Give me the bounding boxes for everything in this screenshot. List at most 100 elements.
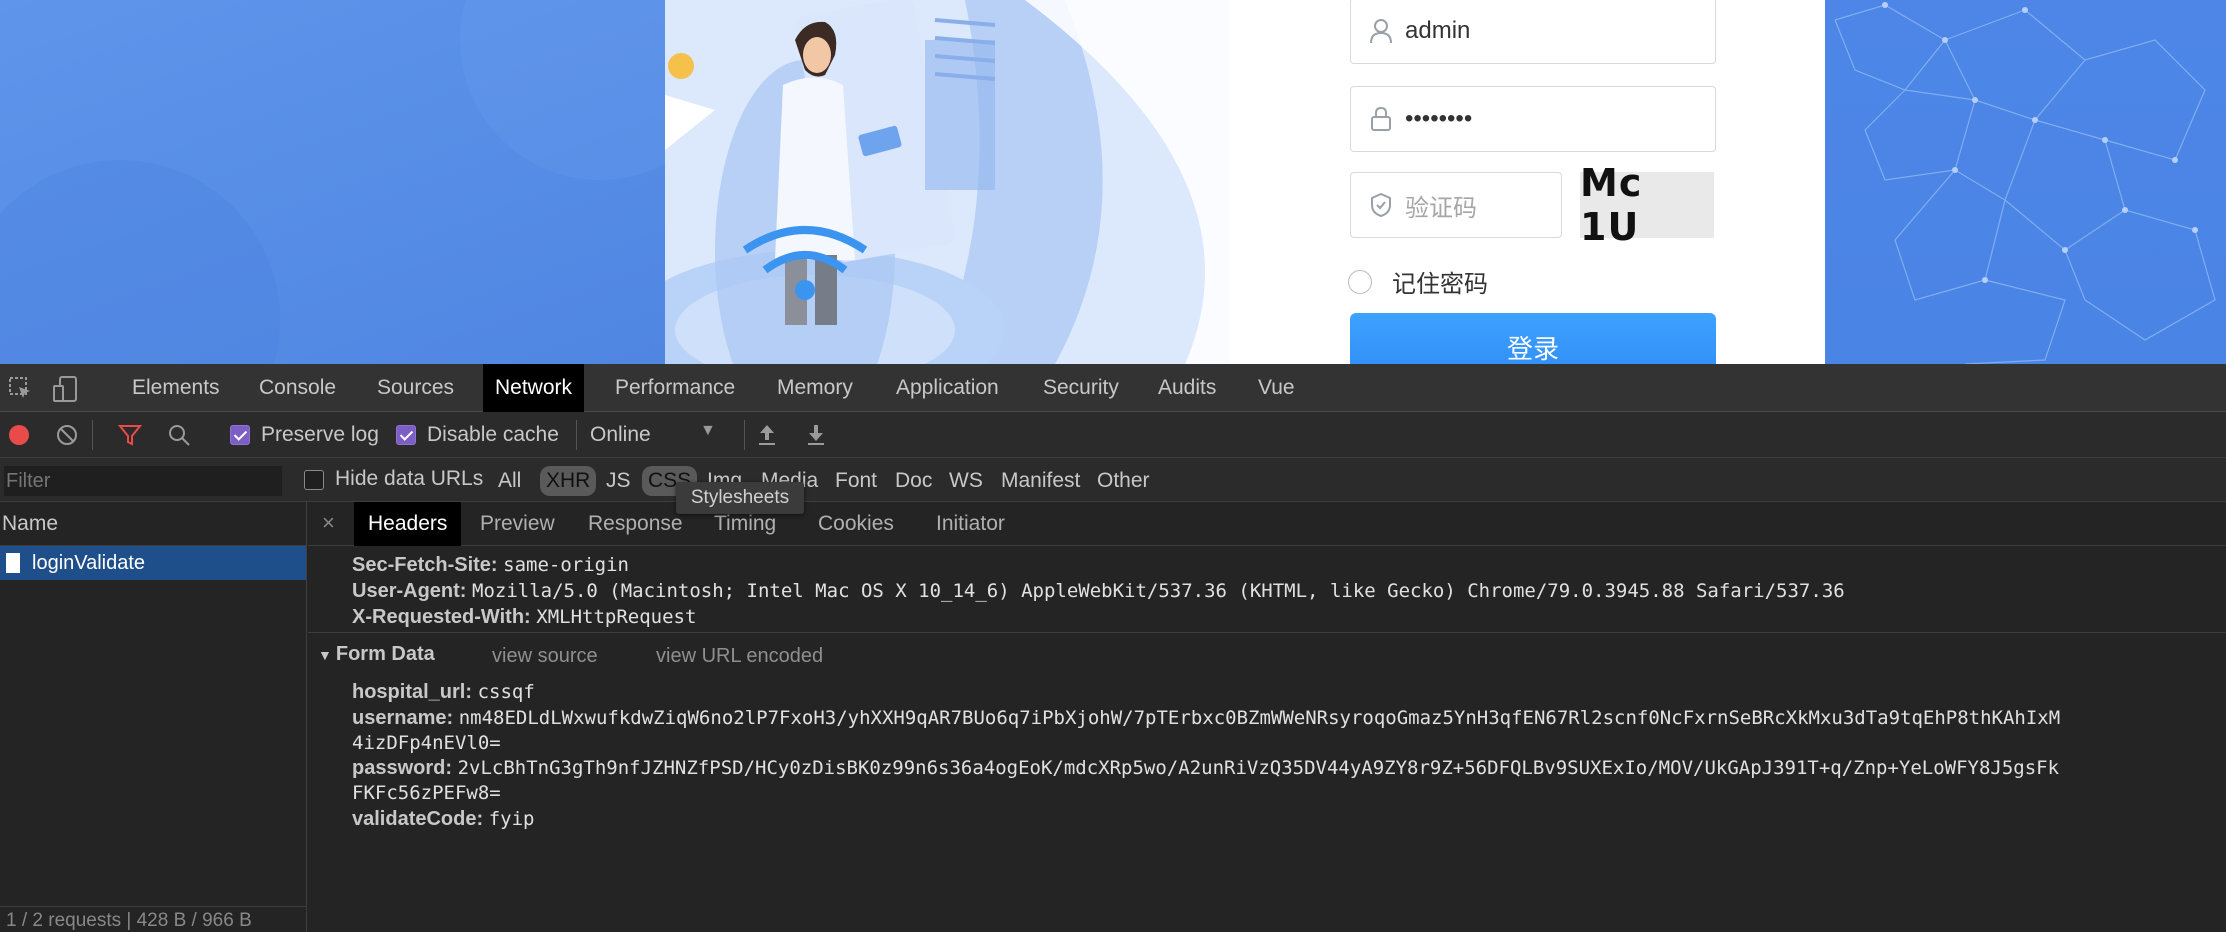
tab-console[interactable]: Console bbox=[247, 364, 348, 412]
record-icon[interactable] bbox=[8, 424, 30, 451]
device-toolbar-icon[interactable] bbox=[52, 376, 80, 407]
doctor-illustration bbox=[665, 0, 1230, 364]
inspect-element-icon[interactable] bbox=[8, 376, 32, 405]
tab-security[interactable]: Security bbox=[1031, 364, 1131, 412]
username-value: admin bbox=[1405, 17, 1471, 44]
captcha-input[interactable]: 验证码 bbox=[1350, 172, 1562, 238]
remember-radio[interactable] bbox=[1348, 269, 1372, 294]
toolbar-divider bbox=[92, 420, 93, 450]
clear-icon[interactable] bbox=[56, 424, 78, 451]
form-data-toggle[interactable]: ▼ Form Data bbox=[318, 643, 435, 666]
form-line: password: 2vLcBhTnG3gTh9nfJZHNZfPSD/HCy0… bbox=[352, 757, 2059, 780]
header-line: Sec-Fetch-Site: same-origin bbox=[352, 554, 629, 577]
login-button[interactable]: 登录 bbox=[1350, 313, 1716, 364]
form-key: validateCode: bbox=[352, 808, 484, 830]
filter-other[interactable]: Other bbox=[1091, 466, 1156, 496]
filter-doc[interactable]: Doc bbox=[889, 466, 938, 496]
lock-icon bbox=[1367, 105, 1395, 133]
network-filterbar: Hide data URLs All XHR JS CSS Img Media … bbox=[0, 458, 2226, 502]
background-right bbox=[1825, 0, 2226, 364]
shield-icon bbox=[1367, 191, 1395, 219]
form-data-title: Form Data bbox=[335, 643, 435, 665]
username-input[interactable]: admin bbox=[1350, 0, 1716, 64]
request-row[interactable]: loginValidate bbox=[0, 546, 306, 580]
remember-password[interactable]: 记住密码 bbox=[1348, 264, 1488, 299]
toolbar-divider bbox=[576, 420, 577, 450]
tab-sources[interactable]: Sources bbox=[365, 364, 466, 412]
detail-tabbar: × Headers Preview Response Timing Cookie… bbox=[308, 502, 2226, 546]
tab-preview[interactable]: Preview bbox=[466, 502, 569, 546]
request-name: loginValidate bbox=[32, 551, 146, 574]
remember-label: 记住密码 bbox=[1392, 271, 1488, 298]
disable-cache-checkbox[interactable] bbox=[396, 425, 416, 445]
view-source-link[interactable]: view source bbox=[492, 645, 598, 668]
form-value: 2vLcBhTnG3gTh9nfJZHNZfPSD/HCy0zDisBK0z99… bbox=[457, 757, 2060, 779]
header-value: XMLHttpRequest bbox=[536, 606, 697, 628]
tab-headers[interactable]: Headers bbox=[354, 502, 462, 546]
header-key: Sec-Fetch-Site: bbox=[352, 554, 498, 576]
preserve-log-checkbox[interactable] bbox=[230, 425, 250, 445]
form-value-continued: 4izDFp4nEVl0= bbox=[352, 732, 501, 754]
login-form: admin •••••••• 验证码 Mc 1U 记住密码 登录 bbox=[1230, 0, 1825, 364]
devtools-tabbar: Elements Console Sources Network Perform… bbox=[0, 364, 2226, 412]
filter-font[interactable]: Font bbox=[829, 466, 883, 496]
name-column-header[interactable]: Name bbox=[0, 502, 306, 546]
view-url-encoded-link[interactable]: view URL encoded bbox=[656, 645, 823, 668]
tooltip: Stylesheets bbox=[676, 482, 804, 514]
password-value: •••••••• bbox=[1405, 105, 1473, 132]
tab-cookies[interactable]: Cookies bbox=[804, 502, 908, 546]
header-key: User-Agent: bbox=[352, 580, 467, 602]
file-icon bbox=[6, 553, 20, 573]
preserve-log-label[interactable]: Preserve log bbox=[261, 423, 379, 447]
tab-network[interactable]: Network bbox=[483, 364, 585, 412]
disable-cache-label[interactable]: Disable cache bbox=[427, 423, 559, 447]
tab-elements[interactable]: Elements bbox=[120, 364, 232, 412]
filter-manifest[interactable]: Manifest bbox=[995, 466, 1086, 496]
form-line: hospital_url: cssqf bbox=[352, 681, 535, 704]
tab-vue[interactable]: Vue bbox=[1246, 364, 1307, 412]
captcha-placeholder: 验证码 bbox=[1405, 194, 1477, 222]
password-input[interactable]: •••••••• bbox=[1350, 86, 1716, 152]
form-data-section: ▼ Form Data view source view URL encoded … bbox=[308, 632, 2226, 932]
header-line: User-Agent: Mozilla/5.0 (Macintosh; Inte… bbox=[352, 580, 1845, 603]
chevron-down-icon[interactable]: ▼ bbox=[700, 422, 716, 440]
form-key: password: bbox=[352, 757, 453, 779]
form-value: cssqf bbox=[477, 681, 535, 703]
filter-icon[interactable] bbox=[117, 424, 143, 451]
status-footer: 1 / 2 requests | 428 B / 966 B bbox=[0, 906, 307, 932]
filter-ws[interactable]: WS bbox=[943, 466, 989, 496]
filter-input[interactable] bbox=[4, 466, 282, 496]
form-key: hospital_url: bbox=[352, 681, 473, 703]
form-value-continued: FKFc56zPEFw8= bbox=[352, 782, 501, 804]
toolbar-divider bbox=[744, 420, 745, 450]
tab-initiator[interactable]: Initiator bbox=[922, 502, 1019, 546]
form-value: fyip bbox=[488, 808, 535, 830]
form-line: validateCode: fyip bbox=[352, 808, 534, 831]
throttling-select[interactable]: Online bbox=[590, 423, 651, 447]
filter-all[interactable]: All bbox=[492, 466, 527, 496]
import-har-icon[interactable] bbox=[756, 423, 778, 452]
tab-audits[interactable]: Audits bbox=[1146, 364, 1228, 412]
header-value: Mozilla/5.0 (Macintosh; Intel Mac OS X 1… bbox=[472, 580, 1845, 602]
tab-memory[interactable]: Memory bbox=[765, 364, 865, 412]
hide-data-urls-label[interactable]: Hide data URLs bbox=[335, 467, 483, 491]
header-value: same-origin bbox=[503, 554, 629, 576]
form-value: nm48EDLdLWxwufkdwZiqW6no2lP7FxoH3/yhXXH9… bbox=[458, 707, 2061, 729]
close-icon[interactable]: × bbox=[322, 510, 335, 536]
devtools-panel: Elements Console Sources Network Perform… bbox=[0, 364, 2226, 932]
request-detail: × Headers Preview Response Timing Cookie… bbox=[308, 502, 2226, 932]
header-key: X-Requested-With: bbox=[352, 606, 531, 628]
form-key: username: bbox=[352, 707, 454, 729]
filter-xhr[interactable]: XHR bbox=[540, 466, 597, 496]
header-line: X-Requested-With: XMLHttpRequest bbox=[352, 606, 696, 629]
hide-data-urls-checkbox[interactable] bbox=[304, 470, 324, 490]
search-icon[interactable] bbox=[168, 424, 190, 451]
export-har-icon[interactable] bbox=[805, 423, 827, 452]
captcha-image[interactable]: Mc 1U bbox=[1580, 161, 1714, 249]
tab-application[interactable]: Application bbox=[884, 364, 1011, 412]
triangle-down-icon: ▼ bbox=[318, 647, 332, 663]
tab-performance[interactable]: Performance bbox=[603, 364, 747, 412]
filter-js[interactable]: JS bbox=[600, 466, 637, 496]
network-toolbar: Preserve log Disable cache Online ▼ bbox=[0, 412, 2226, 458]
user-icon bbox=[1367, 17, 1395, 45]
